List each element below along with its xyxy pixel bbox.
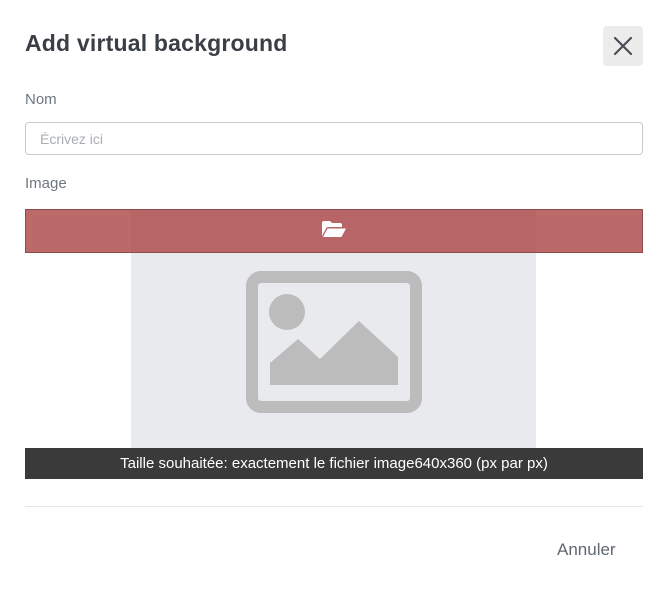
footer-divider [25, 506, 643, 507]
image-label: Image [25, 175, 67, 192]
dialog-title: Add virtual background [25, 30, 288, 56]
upload-image-button[interactable] [25, 209, 643, 253]
image-size-hint: Taille souhaitée: exactement le fichier … [25, 448, 643, 479]
close-icon [613, 36, 633, 56]
name-label: Nom [25, 91, 57, 108]
folder-open-icon [321, 220, 347, 243]
image-placeholder-icon [246, 271, 422, 418]
close-button[interactable] [603, 26, 643, 66]
name-input[interactable] [25, 122, 643, 155]
cancel-button[interactable]: Annuler [545, 532, 628, 568]
add-virtual-background-dialog: Add virtual background Nom Image [0, 0, 667, 596]
